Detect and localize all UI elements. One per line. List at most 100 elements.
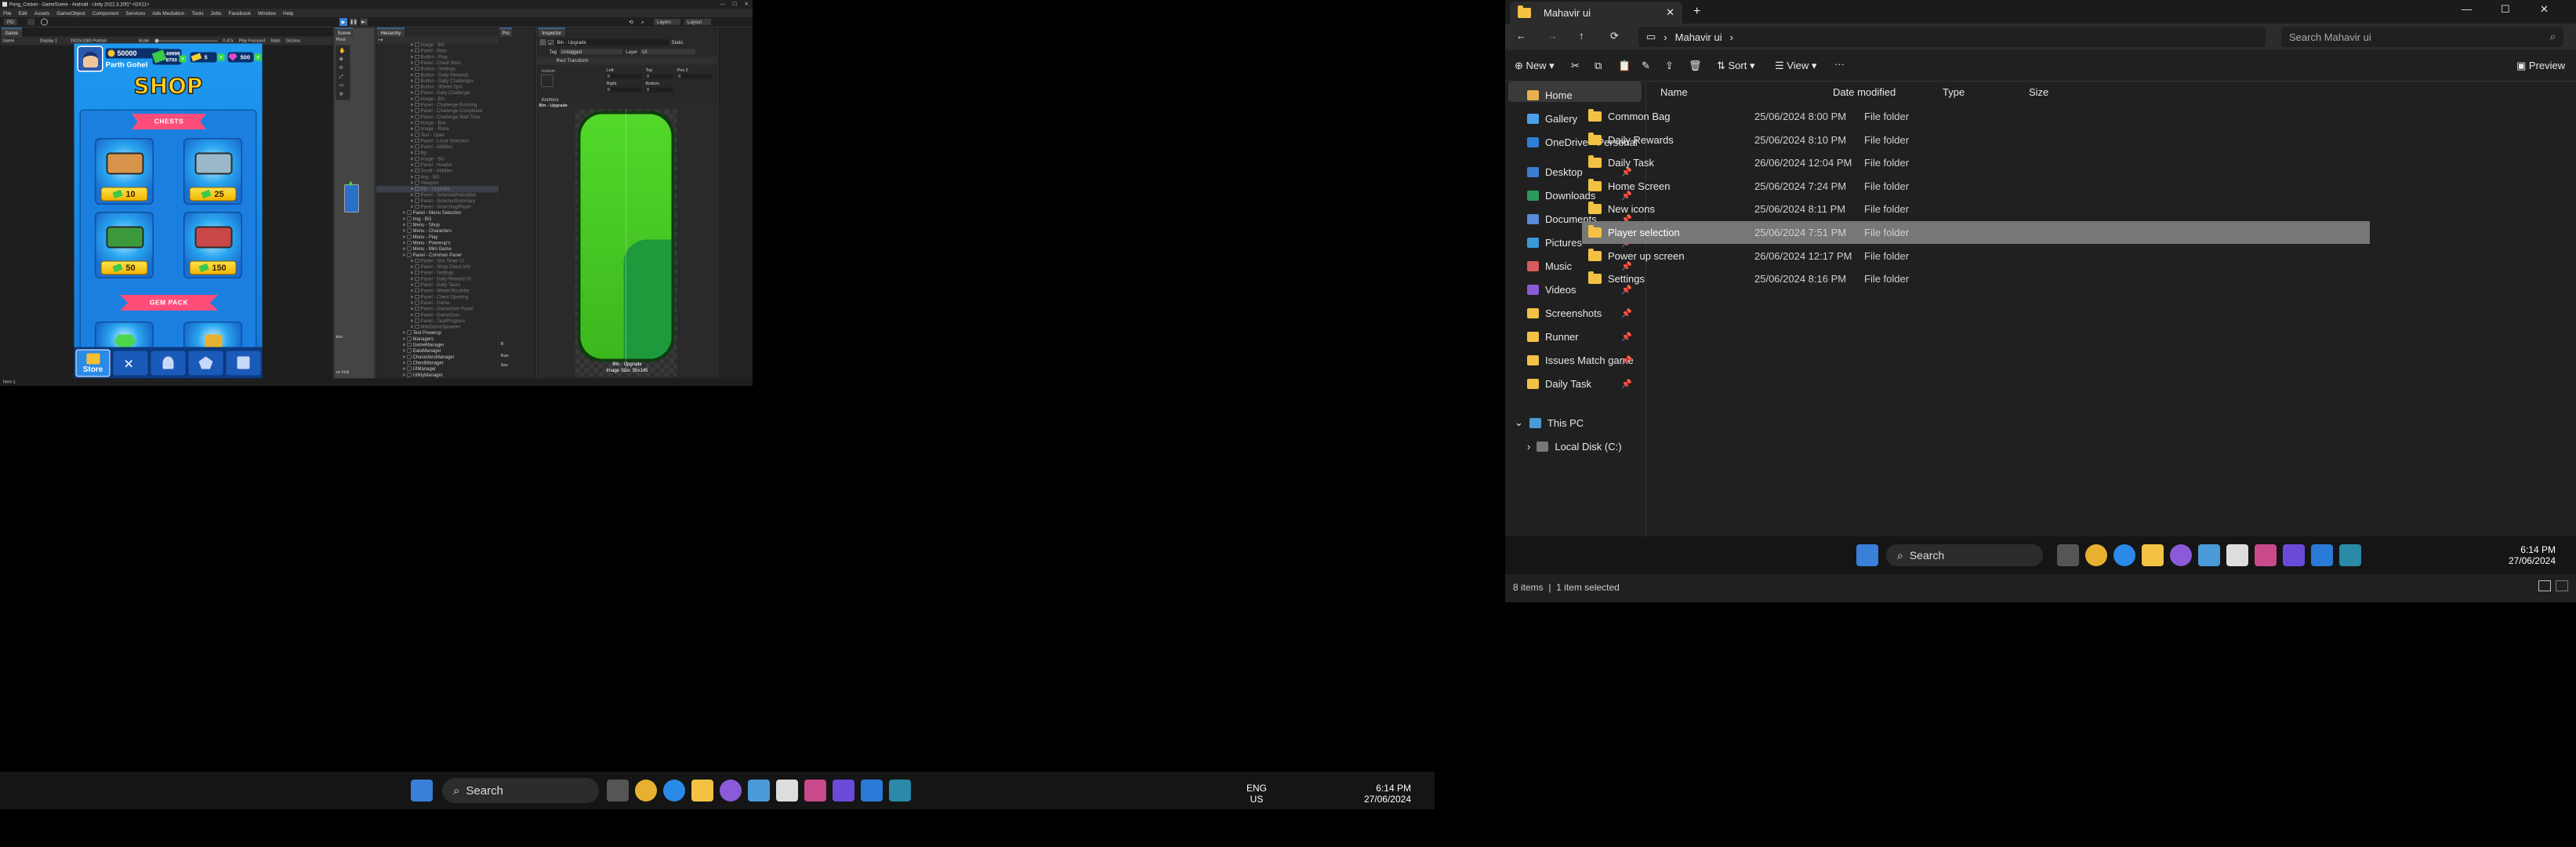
file-row[interactable]: Power up screen 26/06/2024 12:17 PM File f… bbox=[1582, 245, 2370, 267]
expand-arrow-icon[interactable] bbox=[411, 49, 413, 53]
expand-arrow-icon[interactable] bbox=[411, 133, 413, 136]
expand-arrow-icon[interactable] bbox=[411, 205, 413, 209]
nav-item[interactable]: Screenshots 📌 bbox=[1505, 301, 1638, 325]
pivot-toggle[interactable]: Pivot bbox=[336, 38, 346, 42]
expand-arrow-icon[interactable] bbox=[411, 175, 413, 179]
nav-store[interactable]: Store bbox=[75, 349, 111, 377]
scene-canvas-preview[interactable] bbox=[344, 184, 359, 213]
expand-arrow-icon[interactable] bbox=[411, 85, 413, 89]
tray-clock[interactable]: 6:14 PM 27/06/2024 bbox=[2477, 544, 2556, 566]
expand-arrow-icon[interactable] bbox=[411, 283, 413, 286]
expand-arrow-icon[interactable] bbox=[411, 259, 413, 263]
play-focus-dropdown[interactable]: Play Focused bbox=[239, 38, 265, 43]
explorer-tab[interactable]: Mahavir ui ✕ bbox=[1510, 2, 1682, 24]
project-item[interactable]: Run bbox=[501, 354, 509, 358]
chest-card[interactable]: 10 bbox=[95, 138, 154, 205]
shop-scroll-area[interactable]: CHESTS 10 25 50 150 GEM PACK bbox=[79, 109, 257, 361]
visual-studio-icon[interactable] bbox=[833, 780, 854, 802]
tray-clock[interactable]: 6:14 PM 27/06/2024 bbox=[1333, 783, 1411, 805]
chevron-down-icon[interactable]: ⌄ bbox=[1515, 416, 1523, 429]
app-icon[interactable] bbox=[2339, 544, 2361, 566]
visual-studio-icon[interactable] bbox=[2283, 544, 2305, 566]
expand-arrow-icon[interactable] bbox=[411, 109, 413, 113]
close-icon[interactable]: ✕ bbox=[745, 1, 749, 7]
expand-arrow-icon[interactable] bbox=[411, 139, 413, 143]
file-row[interactable]: Home Screen 25/06/2024 7:24 PM File folder bbox=[1582, 175, 2370, 198]
breadcrumb[interactable]: Mahavir ui bbox=[1675, 31, 1722, 43]
add-tickets-button[interactable]: + bbox=[217, 53, 225, 61]
collab-icon[interactable] bbox=[41, 18, 48, 26]
expand-arrow-icon[interactable] bbox=[411, 127, 413, 131]
menu-ads-mediation[interactable]: Ads Mediation bbox=[152, 10, 184, 16]
expand-arrow-icon[interactable] bbox=[411, 180, 413, 184]
file-explorer-icon[interactable] bbox=[2142, 544, 2164, 566]
expand-arrow-icon[interactable] bbox=[411, 103, 413, 107]
taskbar-search[interactable]: ⌕ Search bbox=[1886, 544, 2043, 566]
file-row[interactable]: Daily Task 26/06/2024 12:04 PM File folder bbox=[1582, 151, 2370, 174]
file-row[interactable]: Settings 25/06/2024 8:16 PM File folder bbox=[1582, 267, 2370, 290]
nav-this-pc[interactable]: ⌄ This PC bbox=[1505, 411, 1638, 434]
anchors-foldout[interactable]: Anchors bbox=[542, 97, 559, 103]
refresh-icon[interactable]: ⟳ bbox=[1610, 30, 1619, 42]
expand-arrow-icon[interactable] bbox=[411, 325, 413, 329]
menu-assets[interactable]: Assets bbox=[34, 10, 50, 16]
app-icon[interactable] bbox=[748, 780, 770, 802]
copy-icon[interactable]: ⧉ bbox=[1595, 60, 1602, 72]
windows-start-icon[interactable] bbox=[411, 780, 433, 802]
expand-arrow-icon[interactable] bbox=[411, 43, 413, 46]
expand-arrow-icon[interactable] bbox=[411, 151, 413, 154]
expand-arrow-icon[interactable] bbox=[411, 277, 413, 281]
file-row[interactable]: Common Bag 25/06/2024 8:00 PM File folder bbox=[1582, 105, 2370, 128]
app-icon[interactable] bbox=[720, 780, 742, 802]
expand-arrow-icon[interactable] bbox=[411, 295, 413, 299]
new-button[interactable]: ⊕ New ▾ bbox=[1515, 60, 1555, 72]
tray-language[interactable]: ENG US bbox=[1246, 783, 1267, 805]
app-icon[interactable] bbox=[2198, 544, 2220, 566]
menu-jobs[interactable]: Jobs bbox=[211, 10, 222, 16]
play-button[interactable]: ▶ bbox=[339, 18, 347, 26]
expand-arrow-icon[interactable] bbox=[411, 193, 413, 197]
back-icon[interactable]: ← bbox=[1516, 30, 1526, 42]
expand-arrow-icon[interactable] bbox=[411, 55, 413, 59]
nav-item[interactable]: Daily Task 📌 bbox=[1505, 372, 1638, 395]
expand-arrow-icon[interactable] bbox=[403, 253, 405, 256]
up-icon[interactable]: ↑ bbox=[1579, 30, 1584, 42]
preview-button[interactable]: ▣ Preview bbox=[2516, 60, 2565, 72]
left-field[interactable]: 0 bbox=[606, 74, 642, 79]
tab-project[interactable]: Pro bbox=[499, 27, 512, 37]
expand-arrow-icon[interactable] bbox=[411, 96, 413, 100]
expand-arrow-icon[interactable] bbox=[403, 331, 405, 335]
expand-arrow-icon[interactable] bbox=[411, 313, 413, 317]
console-status[interactable]: here 1 bbox=[3, 380, 16, 384]
minimize-icon[interactable]: — bbox=[2462, 3, 2472, 15]
unity-icon[interactable] bbox=[776, 780, 798, 802]
hand-tool-icon[interactable]: ✋ bbox=[339, 48, 346, 54]
pause-button[interactable]: ❚❚ bbox=[350, 18, 357, 26]
scale-slider[interactable] bbox=[154, 38, 218, 43]
expand-arrow-icon[interactable] bbox=[411, 198, 413, 202]
expand-arrow-icon[interactable] bbox=[411, 121, 413, 125]
task-view-icon[interactable] bbox=[607, 780, 629, 802]
app-icon[interactable] bbox=[2170, 544, 2192, 566]
file-row[interactable]: Player selection 25/06/2024 7:51 PM File f… bbox=[1582, 221, 2370, 244]
move-tool-icon[interactable]: ✥ bbox=[339, 56, 343, 63]
view-button[interactable]: ☰ View ▾ bbox=[1775, 60, 1816, 72]
tiles-view-icon[interactable] bbox=[2556, 580, 2568, 591]
expand-arrow-icon[interactable] bbox=[403, 241, 405, 245]
history-icon[interactable]: ⟲ bbox=[629, 19, 633, 26]
expand-arrow-icon[interactable] bbox=[403, 367, 405, 371]
rect-tool-icon[interactable]: ▭ bbox=[339, 82, 344, 89]
maximize-icon[interactable]: ☐ bbox=[732, 1, 737, 7]
sort-button[interactable]: ⇅ Sort ▾ bbox=[1717, 60, 1755, 72]
layout-dropdown[interactable]: Layout bbox=[684, 19, 711, 25]
maximize-icon[interactable]: ☐ bbox=[2501, 3, 2510, 16]
preview-object-name[interactable]: Btn - Upgrade bbox=[539, 104, 568, 108]
paste-icon[interactable]: 📋 bbox=[1618, 60, 1631, 72]
column-date-modified[interactable]: Date modified bbox=[1833, 86, 1896, 98]
windows-start-icon[interactable] bbox=[1856, 544, 1878, 566]
rect-transform-header[interactable]: Rect Transform bbox=[537, 56, 717, 65]
more-icon[interactable]: ··· bbox=[1834, 58, 1845, 70]
expand-arrow-icon[interactable] bbox=[403, 211, 405, 215]
active-checkbox[interactable]: ✓ bbox=[548, 40, 553, 46]
add-gems-button[interactable]: + bbox=[254, 53, 262, 61]
